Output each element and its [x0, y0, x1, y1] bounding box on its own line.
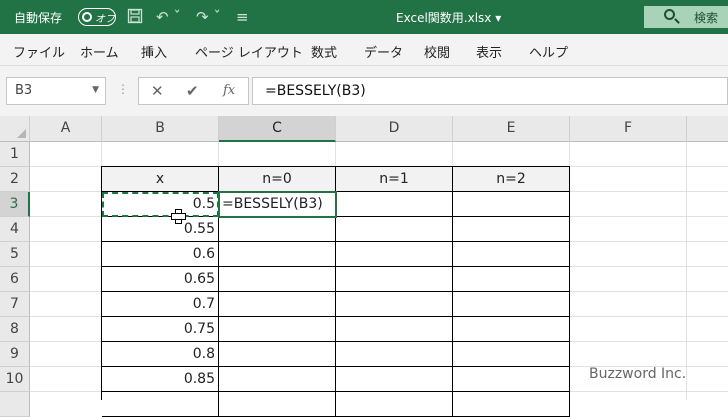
table-cell[interactable]	[219, 217, 336, 242]
table-cell[interactable]	[219, 342, 336, 367]
table-cell[interactable]	[453, 367, 570, 392]
header-cell-n0[interactable]: n=0	[219, 167, 336, 192]
title-bar: 自動保存 オフ ↶ ˇ ↷ ˇ ≡ Excel関数用.xlsx ▾ 検索	[0, 0, 728, 34]
search-icon	[664, 9, 675, 20]
table-cell[interactable]	[219, 242, 336, 267]
reference-marquee	[102, 192, 219, 217]
column-header-f[interactable]: F	[570, 116, 687, 142]
tab-data[interactable]: データ	[364, 42, 403, 61]
formula-bar-area: B3 ▼ ⋮ ✕ ✔ fx =BESSELY(B3)	[0, 66, 728, 116]
header-cell-n2[interactable]: n=2	[453, 167, 570, 192]
name-box[interactable]: B3 ▼	[6, 77, 106, 105]
x-value-cell[interactable]: 0.7	[102, 292, 219, 317]
header-cell-n1[interactable]: n=1	[336, 167, 453, 192]
watermark: Buzzword Inc.	[589, 366, 687, 382]
save-icon[interactable]	[127, 8, 143, 28]
file-name[interactable]: Excel関数用.xlsx ▾	[396, 9, 501, 26]
table-cell[interactable]	[219, 392, 336, 417]
table-cell[interactable]	[453, 242, 570, 267]
table-cell[interactable]	[453, 217, 570, 242]
autosave-label: 自動保存	[14, 11, 63, 25]
select-all-corner[interactable]	[0, 116, 30, 142]
table-cell[interactable]	[453, 192, 570, 217]
redo-icon[interactable]: ↷ ˇ	[196, 8, 221, 26]
table-cell[interactable]	[219, 267, 336, 292]
search-label: 検索	[694, 11, 719, 25]
x-value-cell[interactable]: 0.65	[102, 267, 219, 292]
x-value-cell[interactable]: 0.55	[102, 217, 219, 242]
row-header-1[interactable]: 1	[0, 142, 30, 167]
column-header-c[interactable]: C	[219, 116, 336, 142]
row-header-11[interactable]	[0, 392, 30, 417]
row-header-10[interactable]: 10	[0, 367, 30, 392]
row-header-8[interactable]: 8	[0, 317, 30, 342]
row-header-6[interactable]: 6	[0, 267, 30, 292]
row-header-3[interactable]: 3	[0, 192, 30, 217]
x-value-cell[interactable]: 0.75	[102, 317, 219, 342]
table-cell[interactable]	[336, 292, 453, 317]
toggle-knob	[82, 12, 92, 22]
table-cell[interactable]	[336, 317, 453, 342]
formula-input[interactable]: =BESSELY(B3)	[252, 77, 728, 105]
tab-review[interactable]: 校閲	[424, 42, 450, 61]
table-cell[interactable]	[336, 392, 453, 417]
search-box[interactable]: 検索	[644, 6, 728, 28]
cell-cursor-icon	[171, 209, 186, 224]
row-header-7[interactable]: 7	[0, 292, 30, 317]
name-box-value: B3	[15, 83, 33, 98]
x-value-cell[interactable]: 0.8	[102, 342, 219, 367]
column-header-b[interactable]: B	[102, 116, 219, 142]
table-cell[interactable]	[336, 242, 453, 267]
table-cell[interactable]	[453, 392, 570, 417]
table-cell[interactable]	[219, 292, 336, 317]
resize-handle-icon[interactable]: ⋮	[117, 82, 129, 96]
tab-page-layout[interactable]: ページ レイアウト	[195, 42, 303, 61]
table-cell[interactable]	[336, 217, 453, 242]
formula-text: =BESSELY(B3)	[265, 83, 366, 99]
tab-view[interactable]: 表示	[476, 42, 502, 61]
ribbon-tabs: ファイル ホーム 挿入 ページ レイアウト 数式 データ 校閲 表示 ヘルプ	[0, 34, 728, 66]
insert-function-icon[interactable]: fx	[223, 83, 235, 98]
column-header-g[interactable]	[687, 116, 728, 142]
table-cell[interactable]	[336, 267, 453, 292]
customize-qat-icon[interactable]: ≡	[236, 8, 249, 26]
active-cell-border	[218, 191, 337, 218]
tab-home[interactable]: ホーム	[80, 42, 119, 61]
formula-buttons: ✕ ✔ fx	[138, 77, 249, 105]
table-cell[interactable]	[453, 267, 570, 292]
cancel-icon[interactable]: ✕	[151, 82, 164, 100]
chevron-down-icon[interactable]: ▼	[92, 85, 99, 95]
table-cell[interactable]	[219, 317, 336, 342]
autosave-state: オフ	[95, 14, 115, 25]
table-cell[interactable]	[336, 192, 453, 217]
column-header-a[interactable]: A	[30, 116, 102, 142]
header-cell-x[interactable]: x	[102, 167, 219, 192]
tab-formulas[interactable]: 数式	[311, 42, 337, 61]
tab-insert[interactable]: 挿入	[141, 42, 167, 61]
autosave-toggle[interactable]: オフ	[78, 8, 116, 26]
row-header-2[interactable]: 2	[0, 167, 30, 192]
enter-icon[interactable]: ✔	[186, 82, 199, 100]
table-cell[interactable]	[336, 342, 453, 367]
table-cell[interactable]	[453, 342, 570, 367]
tab-file[interactable]: ファイル	[13, 42, 65, 61]
column-header-d[interactable]: D	[336, 116, 453, 142]
undo-icon[interactable]: ↶ ˇ	[156, 8, 181, 26]
x-value-cell[interactable]: 0.6	[102, 242, 219, 267]
tab-help[interactable]: ヘルプ	[529, 42, 568, 61]
x-value-cell[interactable]: 0.85	[102, 367, 219, 392]
table-cell[interactable]	[102, 392, 219, 417]
column-header-e[interactable]: E	[453, 116, 570, 142]
gridline	[686, 142, 687, 400]
row-header-4[interactable]: 4	[0, 217, 30, 242]
row-header-5[interactable]: 5	[0, 242, 30, 267]
table-cell[interactable]	[336, 367, 453, 392]
row-header-9[interactable]: 9	[0, 342, 30, 367]
table-cell[interactable]	[453, 317, 570, 342]
table-cell[interactable]	[219, 367, 336, 392]
table-cell[interactable]	[453, 292, 570, 317]
